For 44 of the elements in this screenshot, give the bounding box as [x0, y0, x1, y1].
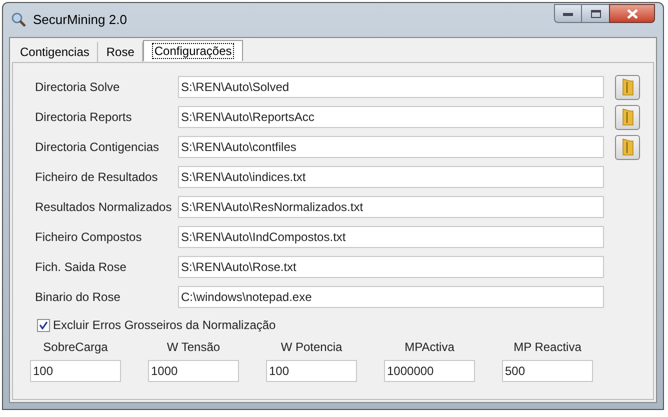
path-field[interactable]: S:\REN\Auto\ReportsAcc	[178, 106, 604, 128]
weight-label: MPActiva	[404, 339, 454, 356]
maximize-button[interactable]	[582, 4, 609, 23]
weight-field[interactable]: 1000000	[384, 360, 475, 382]
weight-field[interactable]: 100	[30, 360, 121, 382]
close-icon	[626, 8, 638, 18]
weight-label: MP Reactiva	[514, 339, 582, 356]
minimize-icon	[563, 12, 573, 16]
minimize-button[interactable]	[554, 4, 582, 23]
browse-folder-button[interactable]	[615, 134, 640, 160]
path-field[interactable]: S:\REN\Auto\indices.txt	[178, 166, 604, 188]
field-label: Ficheiro Compostos	[35, 229, 143, 246]
window-title: SecurMining 2.0	[33, 11, 127, 30]
path-field[interactable]: S:\REN\Auto\IndCompostos.txt	[178, 226, 604, 248]
weight-label: W Tensão	[166, 339, 220, 356]
close-button[interactable]	[609, 4, 655, 23]
folder-icon	[620, 138, 634, 156]
browse-folder-button[interactable]	[615, 74, 640, 100]
path-field[interactable]: S:\REN\Auto\contfiles	[178, 136, 604, 158]
weight-label: SobreCarga	[43, 339, 108, 356]
field-label: Binario do Rose	[35, 289, 122, 306]
path-field[interactable]: C:\windows\notepad.exe	[178, 286, 604, 308]
browse-folder-button[interactable]	[615, 104, 640, 130]
weight-field[interactable]: 1000	[148, 360, 239, 382]
path-field[interactable]: S:\REN\Auto\ResNormalizados.txt	[178, 196, 604, 218]
path-field[interactable]: S:\REN\Auto\Rose.txt	[178, 256, 604, 278]
weight-label: W Potencia	[280, 339, 342, 356]
checkbox[interactable]	[37, 318, 50, 332]
maximize-icon	[590, 10, 600, 18]
field-label: Directoria Solve	[35, 79, 121, 96]
checkbox-label: Excluir Erros Grosseiros da Normalização	[53, 317, 276, 334]
field-label: Ficheiro de Resultados	[35, 169, 159, 186]
magnifier-icon	[11, 12, 27, 28]
field-label: Resultados Normalizados	[35, 199, 173, 216]
folder-icon	[620, 78, 634, 96]
field-label: Fich. Saida Rose	[35, 259, 128, 276]
field-label: Directoria Contigencias	[35, 139, 160, 156]
path-field[interactable]: S:\REN\Auto\Solved	[178, 76, 604, 98]
weight-field[interactable]: 100	[266, 360, 357, 382]
weight-field[interactable]: 500	[502, 360, 593, 382]
field-label: Directoria Reports	[35, 109, 133, 126]
tab[interactable]: Configurações	[143, 40, 243, 61]
check-icon	[39, 320, 48, 330]
folder-icon	[620, 108, 634, 126]
